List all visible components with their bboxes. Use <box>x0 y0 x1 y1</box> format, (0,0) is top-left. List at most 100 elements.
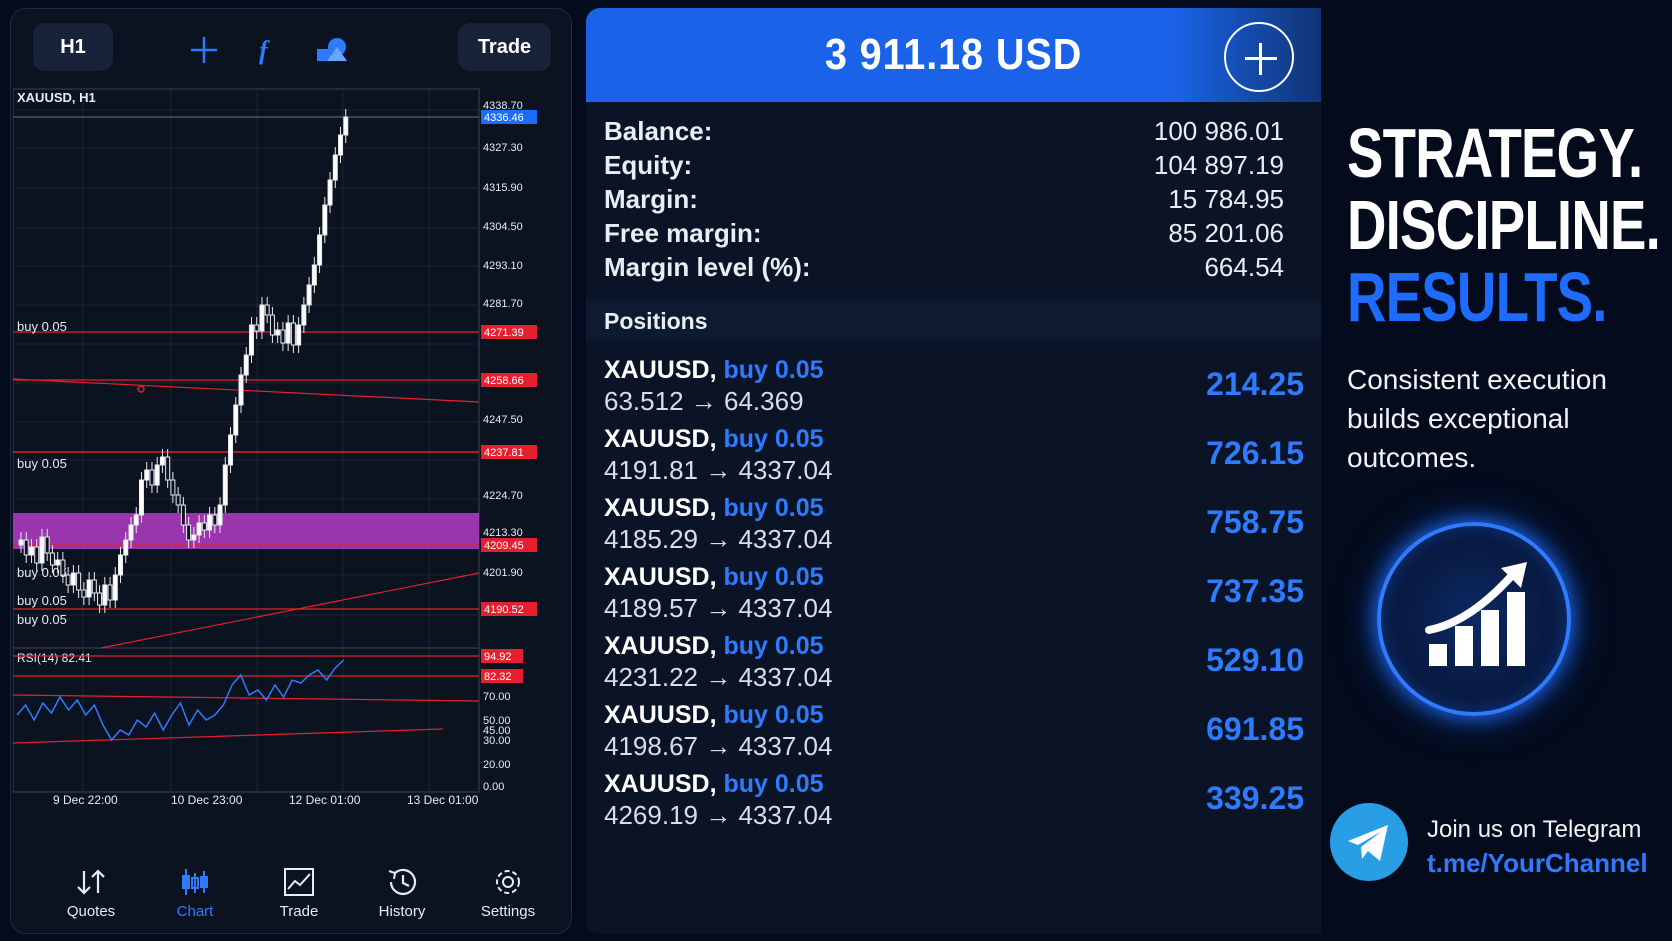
nav-settings[interactable]: Settings <box>463 867 553 920</box>
growth-chart-icon <box>1425 562 1527 666</box>
headline-line: RESULTS. <box>1347 258 1607 336</box>
candle-body <box>212 514 218 526</box>
position-profit: 214.25 <box>1206 366 1304 402</box>
position-profit: 529.10 <box>1206 642 1304 678</box>
nav-settings-label: Settings <box>480 903 536 920</box>
telegram-icon[interactable] <box>1330 803 1408 881</box>
add-button[interactable] <box>1224 22 1294 92</box>
position-row[interactable]: XAUUSD, buy 0.05 4185.29 → 4337.04 758.75 <box>604 494 1304 558</box>
candle-body <box>306 284 312 306</box>
summary-free-margin: Free margin: 85 201.06 <box>604 218 1284 252</box>
position-profit: 726.15 <box>1206 435 1304 471</box>
candle-body <box>280 329 286 344</box>
summary-label: Free margin: <box>604 218 762 248</box>
time-tick-label: 13 Dec 01:00 <box>407 793 479 807</box>
summary-equity: Equity: 104 897.19 <box>604 150 1284 184</box>
open-price: 4198.67 <box>604 731 698 761</box>
candle-body <box>275 329 281 336</box>
order-type: buy 0.05 <box>723 356 824 384</box>
candle-body <box>44 536 50 554</box>
candle-body <box>23 539 29 556</box>
candle-body <box>55 559 61 566</box>
candle-body <box>28 546 34 556</box>
objects-icon[interactable] <box>315 35 349 65</box>
rsi-tick-label: 70.00 <box>483 691 511 703</box>
rsi-tick-label: 20.00 <box>483 759 511 771</box>
timeframe-button[interactable]: H1 <box>33 23 113 71</box>
candle-body <box>327 179 333 206</box>
candle-body <box>228 434 234 466</box>
candle-body <box>97 592 103 606</box>
current-price: 4337.04 <box>738 731 833 761</box>
price-tick-label: 4281.70 <box>483 298 523 310</box>
candle-body <box>264 304 270 316</box>
order-label: buy 0.05 <box>17 456 67 471</box>
candle-body <box>259 304 265 332</box>
candle-body <box>248 324 254 356</box>
time-tick-label: 12 Dec 01:00 <box>289 793 361 807</box>
telegram-link[interactable]: t.me/YourChannel <box>1427 848 1648 879</box>
position-row[interactable]: XAUUSD, buy 0.05 4269.19 → 4337.04 339.25 <box>604 770 1304 834</box>
headline-line: STRATEGY. <box>1347 114 1643 192</box>
summary-label: Margin level (%): <box>604 252 811 282</box>
summary-margin: Margin: 15 784.95 <box>604 184 1284 218</box>
summary-label: Margin: <box>604 184 698 214</box>
current-price: 4337.04 <box>738 593 833 623</box>
arrow-icon: → <box>705 524 732 554</box>
nav-history[interactable]: History <box>357 867 447 920</box>
candle-body <box>70 572 76 586</box>
trade-button[interactable]: Trade <box>458 23 551 71</box>
position-row[interactable]: XAUUSD, buy 0.05 4198.67 → 4337.04 691.85 <box>604 701 1304 765</box>
candle-body <box>175 494 181 506</box>
price-chart[interactable]: 4338.70 4327.30 4315.90 4304.50 4293.10 4281.… <box>12 85 569 870</box>
account-header: 3 911.18 USD <box>586 8 1321 102</box>
candle-body <box>159 456 165 466</box>
position-row[interactable]: XAUUSD, buy 0.05 4231.22 → 4337.04 529.10 <box>604 632 1304 696</box>
candle-body <box>86 579 92 598</box>
nav-trade[interactable]: Trade <box>254 867 344 920</box>
candle-body <box>301 304 307 326</box>
nav-chart-label: Chart <box>176 903 214 920</box>
position-prices: 4191.81 → 4337.04 <box>604 455 832 486</box>
price-tick-label: 4304.50 <box>483 221 523 233</box>
nav-quotes[interactable]: Quotes <box>46 867 136 920</box>
position-symbol: XAUUSD, buy 0.05 <box>604 701 824 730</box>
profit-amount: 3 911.18 USD <box>824 30 1083 79</box>
function-icon[interactable]: f <box>251 35 281 65</box>
position-profit: 339.25 <box>1206 780 1304 816</box>
positions-title: Positions <box>604 308 708 334</box>
price-level-tag-label: 4237.81 <box>484 447 524 459</box>
candle-body <box>49 552 55 566</box>
open-price: 4189.57 <box>604 593 698 623</box>
candle-body <box>102 584 108 606</box>
rsi-level-tag-label: 94.92 <box>484 651 512 663</box>
candle-body <box>81 589 87 598</box>
candle-body <box>207 514 213 531</box>
current-price: 4337.04 <box>738 455 833 485</box>
open-price: 4185.29 <box>604 524 698 554</box>
nav-chart[interactable]: Chart <box>150 867 240 920</box>
symbol-text: XAUUSD, <box>604 563 717 591</box>
position-symbol: XAUUSD, buy 0.05 <box>604 425 824 454</box>
candle-body <box>107 584 113 601</box>
candlestick-chart[interactable]: 4338.704327.304315.904304.504293.104281.… <box>12 85 569 865</box>
nav-quotes-label: Quotes <box>66 903 116 920</box>
trading-app-panel: H1 f Trade 4338.70 4327.30 4315.90 4304.50 4… <box>10 8 572 934</box>
symbol-text: XAUUSD, <box>604 356 717 384</box>
symbol-text: XAUUSD, <box>604 632 717 660</box>
position-symbol: XAUUSD, buy 0.05 <box>604 494 824 523</box>
position-symbol: XAUUSD, buy 0.05 <box>604 563 824 592</box>
summary-value: 664.54 <box>1204 252 1284 282</box>
account-panel: 3 911.18 USD Balance: 100 986.01 Equity:… <box>586 8 1321 934</box>
symbol-text: XAUUSD, <box>604 425 717 453</box>
trade-icon <box>284 868 314 896</box>
headline-line: DISCIPLINE. <box>1347 186 1661 264</box>
position-row[interactable]: XAUUSD, buy 0.05 4189.57 → 4337.04 737.35 <box>604 563 1304 627</box>
summary-balance: Balance: 100 986.01 <box>604 116 1284 150</box>
candle-body <box>332 154 338 181</box>
position-row[interactable]: XAUUSD, buy 0.05 63.512 → 64.369 214.25 <box>604 356 1304 420</box>
crosshair-icon[interactable] <box>189 35 219 65</box>
candle-body <box>112 574 118 601</box>
candle-body <box>180 504 186 526</box>
position-row[interactable]: XAUUSD, buy 0.05 4191.81 → 4337.04 726.15 <box>604 425 1304 489</box>
